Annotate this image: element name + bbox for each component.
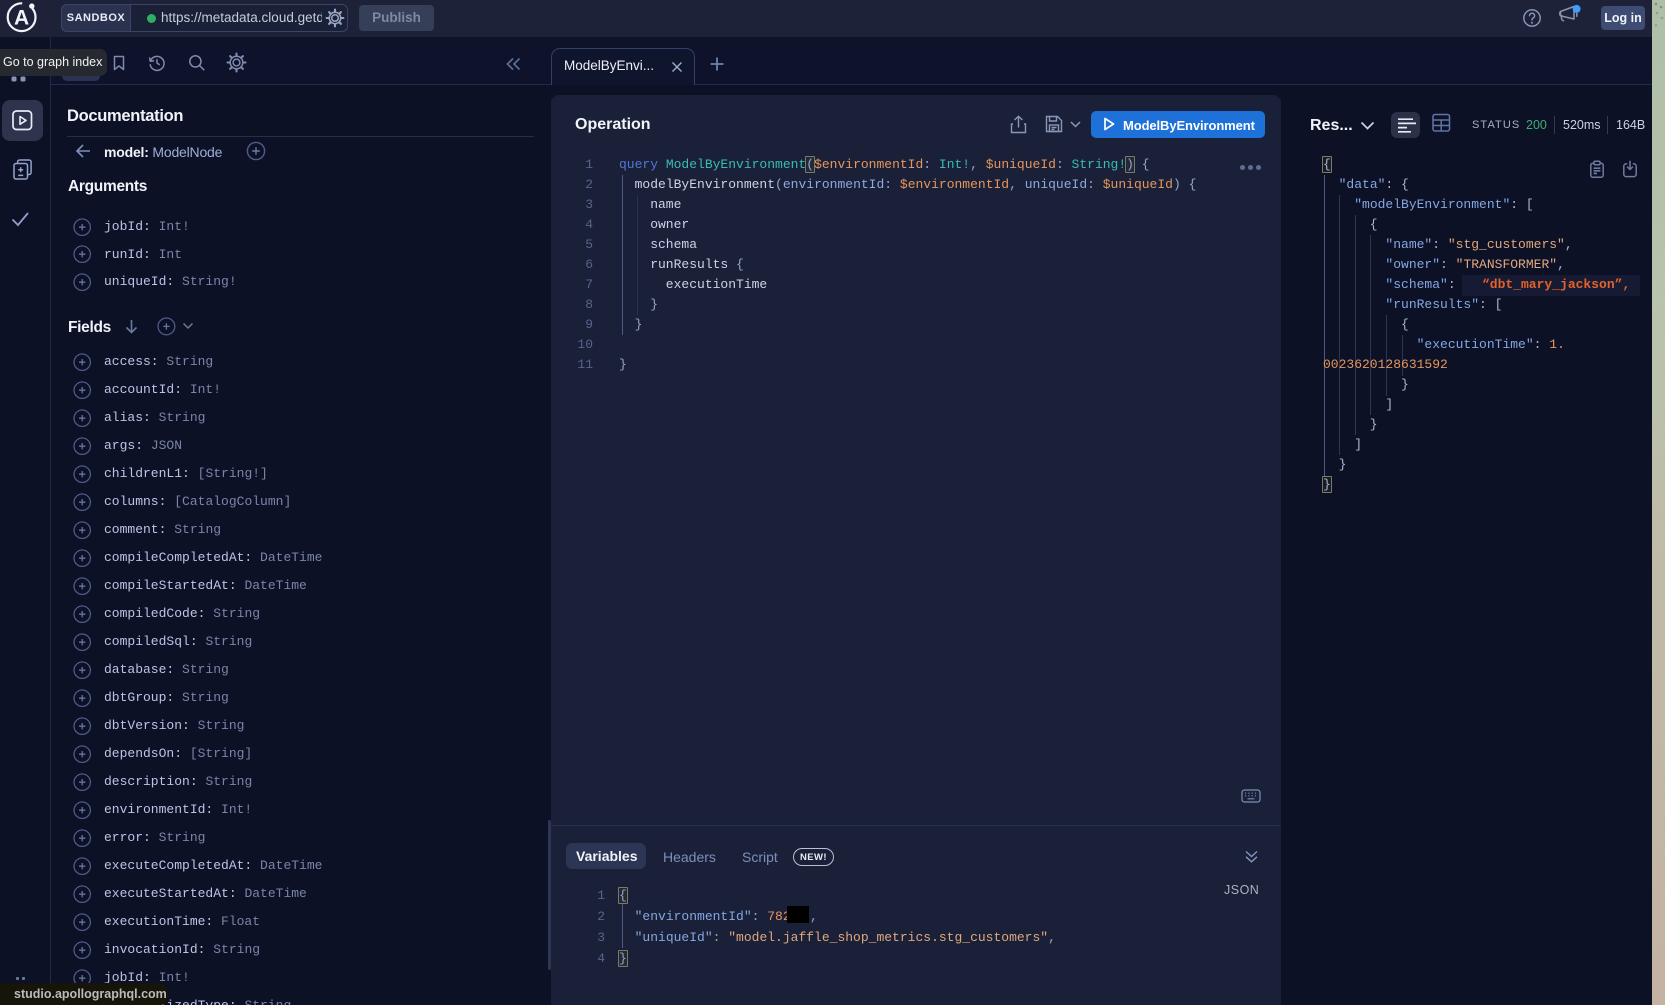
svg-text:A: A <box>14 7 29 30</box>
